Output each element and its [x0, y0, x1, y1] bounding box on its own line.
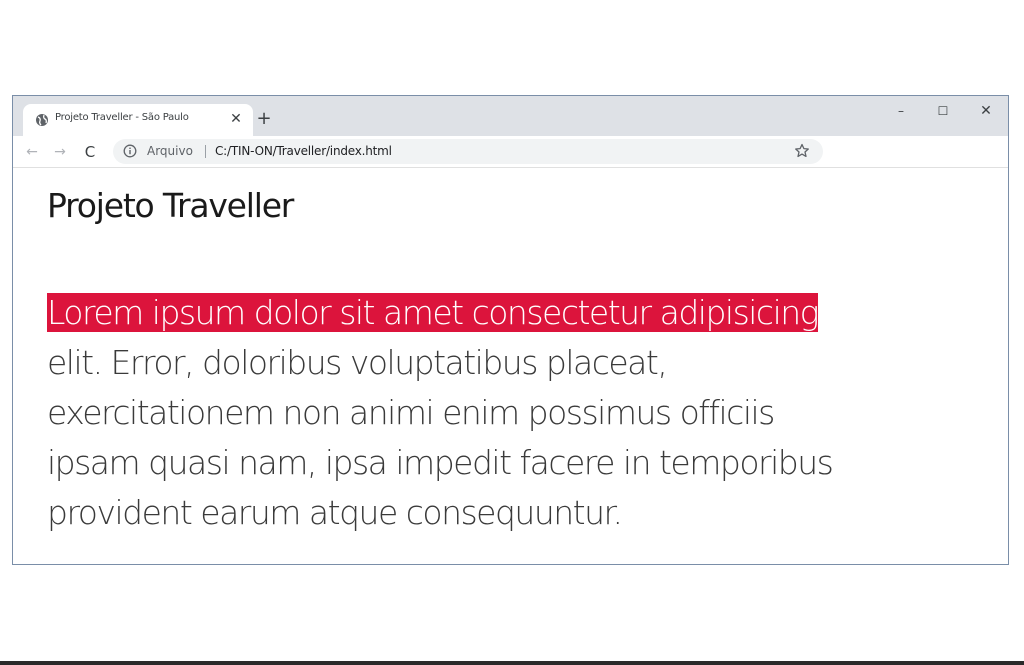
bookmark-star-icon[interactable] — [793, 142, 811, 160]
browser-toolbar: ← → C Arquivo C:/TIN-ON/Traveller/index.… — [13, 136, 1008, 168]
body-paragraph: Lorem ipsum dolor sit amet consectetur a… — [47, 288, 977, 538]
paragraph-line: Lorem ipsum dolor sit amet consectetur a… — [47, 288, 977, 338]
paragraph-line: provident earum atque consequuntur. — [47, 493, 623, 532]
maximize-button[interactable]: ☐ — [928, 100, 958, 122]
url-text[interactable]: C:/TIN-ON/Traveller/index.html — [215, 144, 392, 158]
screenshot-stage: Projeto Traveller - São Paulo ✕ + – ☐ ✕ … — [0, 0, 1024, 665]
paragraph-line: ipsam quasi nam, ipsa impedit facere in … — [47, 443, 834, 482]
new-tab-button[interactable]: + — [253, 108, 275, 130]
tab-strip: Projeto Traveller - São Paulo ✕ + – ☐ ✕ — [13, 96, 1008, 136]
tab-title: Projeto Traveller - São Paulo — [55, 112, 189, 123]
forward-button[interactable]: → — [49, 141, 71, 163]
reload-button[interactable]: C — [79, 141, 101, 163]
tab-projeto-traveller[interactable]: Projeto Traveller - São Paulo ✕ — [23, 104, 253, 136]
origin-label: Arquivo — [147, 144, 193, 158]
tab-close-icon[interactable]: ✕ — [227, 110, 245, 128]
paragraph-line: elit. Error, doloribus voluptatibus plac… — [47, 343, 668, 382]
info-icon[interactable] — [123, 144, 137, 158]
highlighted-text: Lorem ipsum dolor sit amet consectetur a… — [47, 293, 819, 332]
minimize-button[interactable]: – — [886, 100, 916, 122]
close-window-button[interactable]: ✕ — [971, 100, 1001, 122]
browser-window: Projeto Traveller - São Paulo ✕ + – ☐ ✕ … — [12, 95, 1009, 565]
page-title: Projeto Traveller — [47, 186, 294, 225]
page-content: Projeto Traveller Lorem ipsum dolor sit … — [13, 168, 1008, 564]
back-button[interactable]: ← — [21, 141, 43, 163]
address-bar[interactable]: Arquivo C:/TIN-ON/Traveller/index.html — [113, 139, 823, 164]
globe-icon — [36, 114, 48, 126]
paragraph-line: exercitationem non animi enim possimus o… — [47, 393, 775, 432]
omnibox-divider — [205, 145, 206, 158]
bottom-rule — [0, 661, 1024, 665]
